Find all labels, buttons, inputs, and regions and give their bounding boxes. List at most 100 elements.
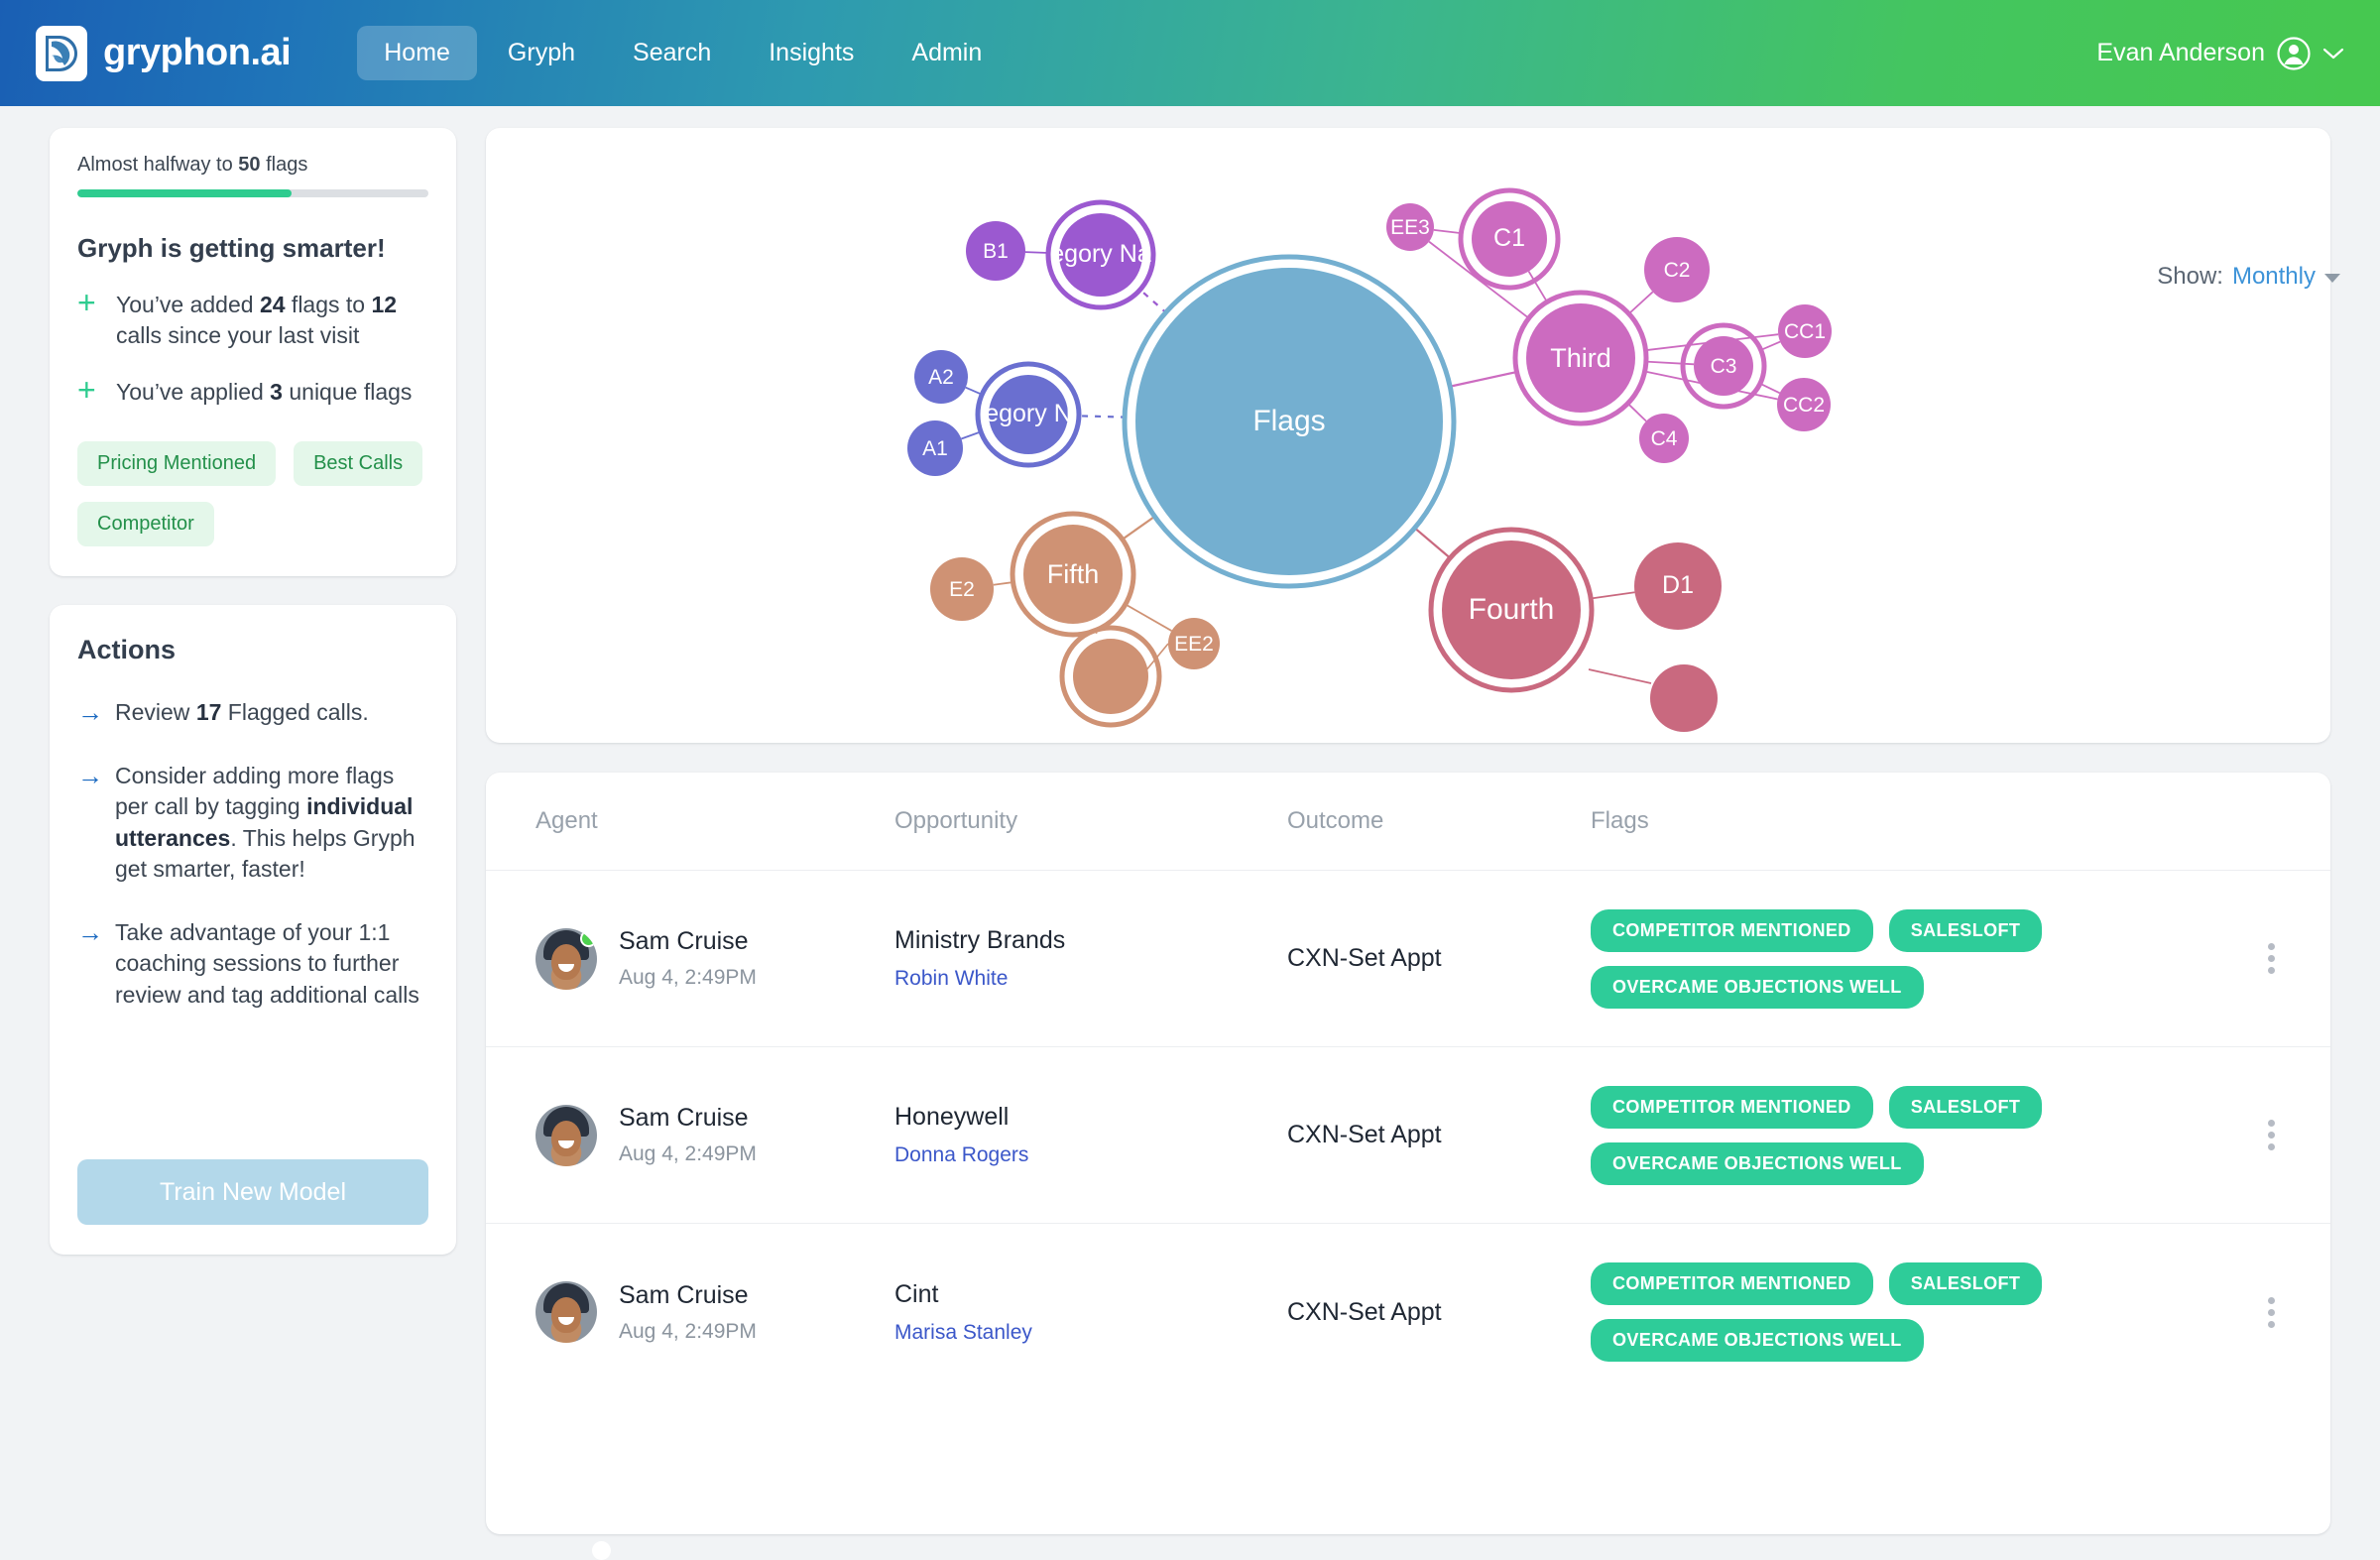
graph-node[interactable]: D1 [1634,542,1722,630]
nav-item-search[interactable]: Search [606,26,738,80]
calls-table-panel: Agent Opportunity Outcome Flags Sam Crui… [486,773,2330,1534]
row-menu-cell [2221,1291,2281,1334]
action-item[interactable]: → Take advantage of your 1:1 coaching se… [77,917,428,1012]
graph-node[interactable]: C4 [1639,414,1689,463]
graph-node-label: D1 [1662,571,1694,599]
nav-item-gryph[interactable]: Gryph [481,26,602,80]
agent-name: Sam Cruise [619,1280,749,1309]
graph-node[interactable]: B1 [966,221,1025,281]
table-row[interactable]: Sam Cruise Aug 4, 2:49PM Honeywell Donna… [486,1047,2330,1224]
graph-node[interactable]: EE2 [1168,618,1220,669]
action-pre: Review [115,699,196,726]
graph-edge [1448,370,1517,389]
graph-node[interactable]: Fifth [1010,511,1136,638]
nav-item-insights[interactable]: Insights [742,26,881,80]
bullet-post: calls since your last visit [116,322,360,349]
bullet-unique-count: 3 [270,379,283,406]
actions-card: Actions → Review 17 Flagged calls. → Con… [50,605,456,1256]
graph-node[interactable]: egory N [975,361,1082,468]
chevron-down-icon [2322,39,2344,67]
flag-pill[interactable]: OVERCAME OBJECTIONS WELL [1591,965,1924,1009]
graph-edge [1138,289,1168,315]
progress-bar [77,189,428,197]
graph-node[interactable]: Fourth [1428,527,1595,693]
agent-cell: Sam Cruise Aug 4, 2:49PM [536,927,894,990]
kebab-menu-icon[interactable] [2262,1291,2281,1334]
graph-node[interactable]: A1 [907,420,963,476]
train-new-model-button[interactable]: Train New Model [77,1159,428,1226]
flags-graph-panel: Flags B1 egory Na A2 A1 egory N C1 EE3 C2 C3 C4 CC1… [486,128,2330,743]
flag-pill[interactable]: OVERCAME OBJECTIONS WELL [1591,1319,1924,1362]
opportunity-contact-link[interactable]: Robin White [894,967,1287,991]
graph-node[interactable] [1059,625,1162,728]
graph-edge [1591,591,1635,600]
graph-node[interactable]: CC2 [1777,378,1831,431]
opportunity-contact-link[interactable]: Donna Rogers [894,1143,1287,1167]
smarter-heading: Gryph is getting smarter! [77,233,386,263]
progress-label-suffix: flags [260,154,308,176]
action-item[interactable]: → Review 17 Flagged calls. [77,697,428,729]
action-item[interactable]: → Consider adding more flags per call by… [77,761,428,886]
graph-edge [1412,526,1451,559]
table-row[interactable]: Sam Cruise Aug 4, 2:49PM Cint Marisa Sta… [486,1224,2330,1400]
flag-pill[interactable]: SALESLOFT [1888,908,2043,952]
graph-node-label: C4 [1651,427,1678,450]
flag-chip-pricing-mentioned[interactable]: Pricing Mentioned [77,441,277,487]
flag-pill[interactable]: COMPETITOR MENTIONED [1591,1085,1873,1129]
flag-chip-best-calls[interactable]: Best Calls [294,441,423,487]
carousel-pagination-dot[interactable] [592,1541,611,1560]
nav-item-home[interactable]: Home [357,26,477,80]
graph-node[interactable]: Flags [1122,254,1457,589]
graph-node[interactable]: Third [1512,290,1649,426]
list-item: + You’ve added 24 flags to 12 calls sinc… [77,287,428,351]
kebab-menu-icon[interactable] [2262,1114,2281,1156]
flag-pill[interactable]: SALESLOFT [1888,1085,2043,1129]
graph-node[interactable]: C2 [1644,237,1710,302]
flag-chip-competitor[interactable]: Competitor [77,502,214,547]
avatar [536,927,597,990]
graph-edge [1588,668,1652,684]
show-period-select[interactable]: Show: Monthly [2157,263,2340,291]
graph-edge [961,430,982,440]
graph-edge [1645,360,1695,366]
flags-network-graph[interactable]: Flags B1 egory Na A2 A1 egory N C1 EE3 C2 C3 C4 CC1… [486,128,2330,743]
bullet-pre: You’ve added [116,292,260,317]
graph-node[interactable]: C1 [1458,187,1561,291]
page-body: Almost halfway to 50 flags Gryph is gett… [0,106,2380,1560]
graph-node[interactable]: E2 [930,557,994,621]
flag-pill[interactable]: COMPETITOR MENTIONED [1591,908,1873,952]
progress-label-prefix: Almost halfway to [77,154,239,176]
graph-node[interactable]: egory Na [1045,199,1156,310]
graph-node-label: CC1 [1784,320,1826,343]
opportunity-name: Honeywell [894,1103,1010,1131]
graph-node[interactable]: CC1 [1778,304,1832,358]
user-menu[interactable]: Evan Anderson [2096,36,2344,70]
flag-pill[interactable]: COMPETITOR MENTIONED [1591,1262,1873,1305]
user-circle-icon [2277,36,2311,70]
arrow-right-icon: → [77,697,103,728]
opportunity-name: Ministry Brands [894,926,1066,954]
graph-node-label: A2 [928,366,954,389]
bullet-post: unique flags [282,379,413,406]
graph-node[interactable] [1650,664,1718,732]
bullet-text: You’ve applied 3 unique flags [116,377,412,408]
graph-node-label: Fourth [1469,593,1555,626]
flag-pill[interactable]: OVERCAME OBJECTIONS WELL [1591,1141,1924,1185]
graph-node[interactable]: A2 [914,350,968,404]
table-row[interactable]: Sam Cruise Aug 4, 2:49PM Ministry Brands… [486,871,2330,1047]
flag-pill[interactable]: SALESLOFT [1888,1262,2043,1305]
agent-cell: Sam Cruise Aug 4, 2:49PM [536,1104,894,1166]
brand: gryphon.ai [36,25,292,81]
graph-node-label: egory Na [1050,240,1151,268]
kebab-menu-icon[interactable] [2262,937,2281,980]
graph-node[interactable]: EE3 [1386,203,1434,251]
opportunity-cell: Cint Marisa Stanley [894,1280,1287,1345]
graph-node-label: EE2 [1174,633,1214,656]
graph-node[interactable]: C3 [1680,322,1767,410]
agent-cell: Sam Cruise Aug 4, 2:49PM [536,1281,894,1344]
nav-item-admin[interactable]: Admin [885,26,1009,80]
graph-edge [965,386,983,396]
opportunity-contact-link[interactable]: Marisa Stanley [894,1321,1287,1345]
graph-node-label: Flags [1252,405,1325,437]
graph-node-label: Third [1550,343,1611,373]
